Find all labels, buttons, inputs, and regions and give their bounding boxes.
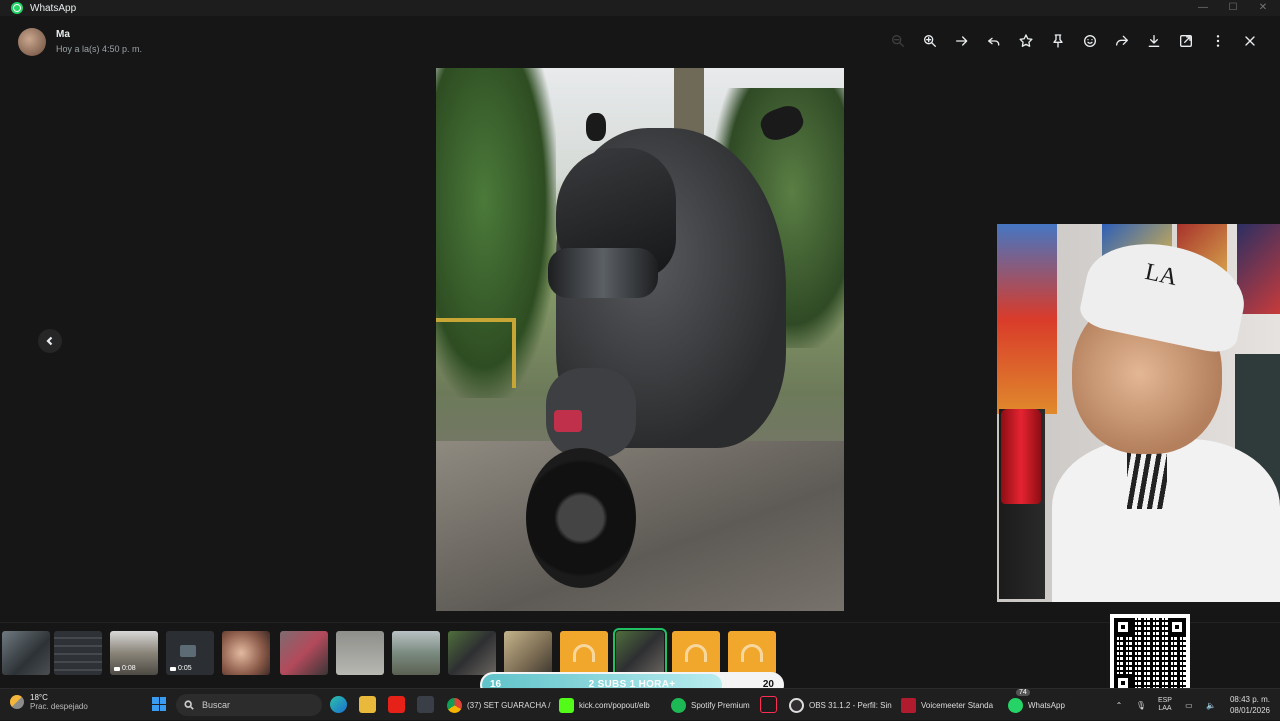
taskbar-app-spotify[interactable]: Spotify Premium: [671, 694, 753, 716]
clock-date: 08/01/2026: [1229, 706, 1270, 715]
whatsapp-badge: 74: [1016, 689, 1030, 696]
media-thumbnail[interactable]: [504, 631, 552, 675]
taskbar-app-obs[interactable]: OBS 31.1.2 - Perfil: Sin: [789, 694, 893, 716]
media-thumbnail[interactable]: [336, 631, 384, 675]
video-duration: 0:08: [114, 665, 136, 672]
react-icon[interactable]: [1074, 25, 1106, 57]
sender-name: Ma: [56, 29, 70, 40]
window-close-button[interactable]: ✕: [1248, 0, 1278, 14]
reply-icon[interactable]: [978, 25, 1010, 57]
language-indicator[interactable]: ESP LAA: [1152, 697, 1178, 713]
media-thumbnail[interactable]: 0:05: [166, 631, 214, 675]
audio-thumbnail[interactable]: [728, 631, 776, 675]
clock[interactable]: 08:43 p. m. 08/01/2026: [1230, 694, 1270, 716]
tiktok-icon[interactable]: [760, 696, 777, 713]
spotify-icon: [671, 697, 686, 713]
zoom-in-icon[interactable]: [914, 25, 946, 57]
share-icon[interactable]: [1106, 25, 1138, 57]
message-timestamp: Hoy a la(s) 4:50 p. m.: [56, 44, 143, 54]
close-icon[interactable]: [1234, 25, 1266, 57]
network-icon[interactable]: ▭: [1178, 701, 1200, 710]
chevron-up-icon[interactable]: ⌃: [1108, 701, 1130, 710]
youtube-icon[interactable]: [388, 696, 405, 713]
window-title: WhatsApp: [30, 2, 77, 14]
search-icon: [184, 700, 194, 710]
media-thumbnail-selected[interactable]: [613, 628, 667, 678]
media-thumbnail[interactable]: [54, 631, 102, 675]
open-external-icon[interactable]: [1170, 25, 1202, 57]
webcam-overlay: LA: [997, 224, 1280, 602]
headphones-icon: [573, 644, 595, 662]
video-duration: 0:05: [170, 665, 192, 672]
taskbar-app-chrome[interactable]: (37) SET GUARACHA /: [447, 694, 551, 716]
windows-taskbar: 18°C Prac. despejado Buscar (37) SET GUA…: [0, 688, 1280, 720]
media-thumbnail[interactable]: [2, 631, 50, 675]
search-placeholder: Buscar: [202, 700, 231, 710]
window-titlebar: WhatsApp — ☐ ✕: [0, 0, 1280, 16]
zoom-out-icon[interactable]: [882, 25, 914, 57]
media-thumbnail[interactable]: 0:08: [110, 631, 158, 675]
pin-icon[interactable]: [1042, 25, 1074, 57]
taskbar-search[interactable]: Buscar: [176, 694, 322, 716]
whatsapp-icon: [1008, 697, 1023, 713]
taskbar-app-whatsapp[interactable]: WhatsApp: [1008, 694, 1070, 716]
edge-icon[interactable]: [330, 696, 347, 713]
audio-thumbnail[interactable]: [560, 631, 608, 675]
chevron-left-icon: [46, 336, 53, 346]
media-thumbnail-strip: 0:08 0:05: [0, 622, 1280, 678]
media-thumbnail[interactable]: [448, 631, 496, 675]
media-thumbnail[interactable]: [280, 631, 328, 675]
minimize-button[interactable]: —: [1188, 0, 1218, 14]
volume-icon[interactable]: 🔈: [1200, 701, 1222, 710]
voicemeeter-icon: [901, 697, 916, 713]
previous-media-button[interactable]: [38, 329, 62, 353]
chrome-icon: [447, 697, 462, 713]
star-icon[interactable]: [1010, 25, 1042, 57]
weather-widget[interactable]: 18°C Prac. despejado: [10, 693, 88, 711]
maximize-button[interactable]: ☐: [1218, 0, 1248, 14]
weather-temp: 18°C: [30, 693, 48, 702]
audio-thumbnail[interactable]: [672, 631, 720, 675]
headphones-icon: [741, 644, 763, 662]
media-thumbnail[interactable]: [392, 631, 440, 675]
whatsapp-icon: [11, 2, 23, 14]
avatar[interactable]: [18, 28, 46, 56]
file-explorer-icon[interactable]: [359, 696, 376, 713]
start-button[interactable]: [152, 697, 166, 711]
media-toolbar: [882, 16, 1266, 66]
media-thumbnail[interactable]: [222, 631, 270, 675]
store-icon[interactable]: [417, 696, 434, 713]
system-tray: ⌃ 🎙 ESP LAA ▭ 🔈 08:43 p. m. 08/01/2026: [1108, 689, 1280, 721]
clock-time: 08:43 p. m.: [1229, 695, 1270, 704]
video-camera-icon: [180, 645, 196, 657]
headphones-icon: [685, 644, 707, 662]
obs-icon: [789, 697, 804, 713]
microphone-icon[interactable]: 🎙: [1130, 701, 1152, 710]
download-icon[interactable]: [1138, 25, 1170, 57]
taskbar-app-voicemeeter[interactable]: Voicemeeter Standa: [901, 694, 1005, 716]
scooter-photo[interactable]: [436, 68, 844, 611]
weather-icon: [10, 695, 24, 709]
taskbar-app-kick[interactable]: kick.com/popout/elb: [559, 694, 663, 716]
more-icon[interactable]: [1202, 25, 1234, 57]
forward-icon[interactable]: [946, 25, 978, 57]
qr-code: [1110, 614, 1190, 696]
weather-desc: Prac. despejado: [30, 702, 88, 711]
kick-icon: [559, 697, 574, 713]
